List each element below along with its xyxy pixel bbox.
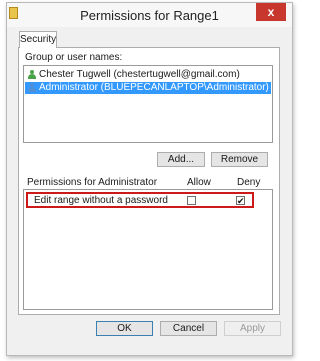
user-icon [27,70,37,80]
tab-security[interactable]: Security [19,31,57,48]
permissions-list: Edit range without a password ✔ [23,189,273,310]
close-button[interactable]: x [256,3,286,21]
add-button[interactable]: Add... [157,152,205,167]
permissions-dialog: Permissions for Range1 x Security Group … [6,2,293,356]
user-icon [27,83,37,93]
permissions-header: Permissions for Administrator [27,177,158,188]
ok-button[interactable]: OK [96,321,153,336]
user-name: Administrator (BLUEPECANLAPTOP\Administr… [39,82,269,93]
group-or-user-names-label: Group or user names: [25,52,123,63]
permission-row-highlighted: Edit range without a password ✔ [26,192,254,208]
title-bar[interactable]: Permissions for Range1 x [7,3,292,27]
deny-column-header: Deny [237,177,261,188]
user-list[interactable]: Chester Tugwell (chestertugwell@gmail.co… [23,65,273,143]
security-panel: Group or user names: Chester Tugwell (ch… [18,47,280,315]
allow-column-header: Allow [187,177,211,188]
user-name: Chester Tugwell (chestertugwell@gmail.co… [39,69,240,80]
remove-button[interactable]: Remove [211,152,268,167]
deny-checkbox[interactable]: ✔ [236,196,245,206]
window-title: Permissions for Range1 [80,8,219,23]
cancel-button[interactable]: Cancel [160,321,217,336]
permission-name: Edit range without a password [34,195,168,206]
allow-checkbox[interactable] [187,196,196,205]
list-item-user[interactable]: Chester Tugwell (chestertugwell@gmail.co… [25,69,271,81]
apply-button[interactable]: Apply [224,321,281,336]
list-item-user-selected[interactable]: Administrator (BLUEPECANLAPTOP\Administr… [25,82,271,94]
